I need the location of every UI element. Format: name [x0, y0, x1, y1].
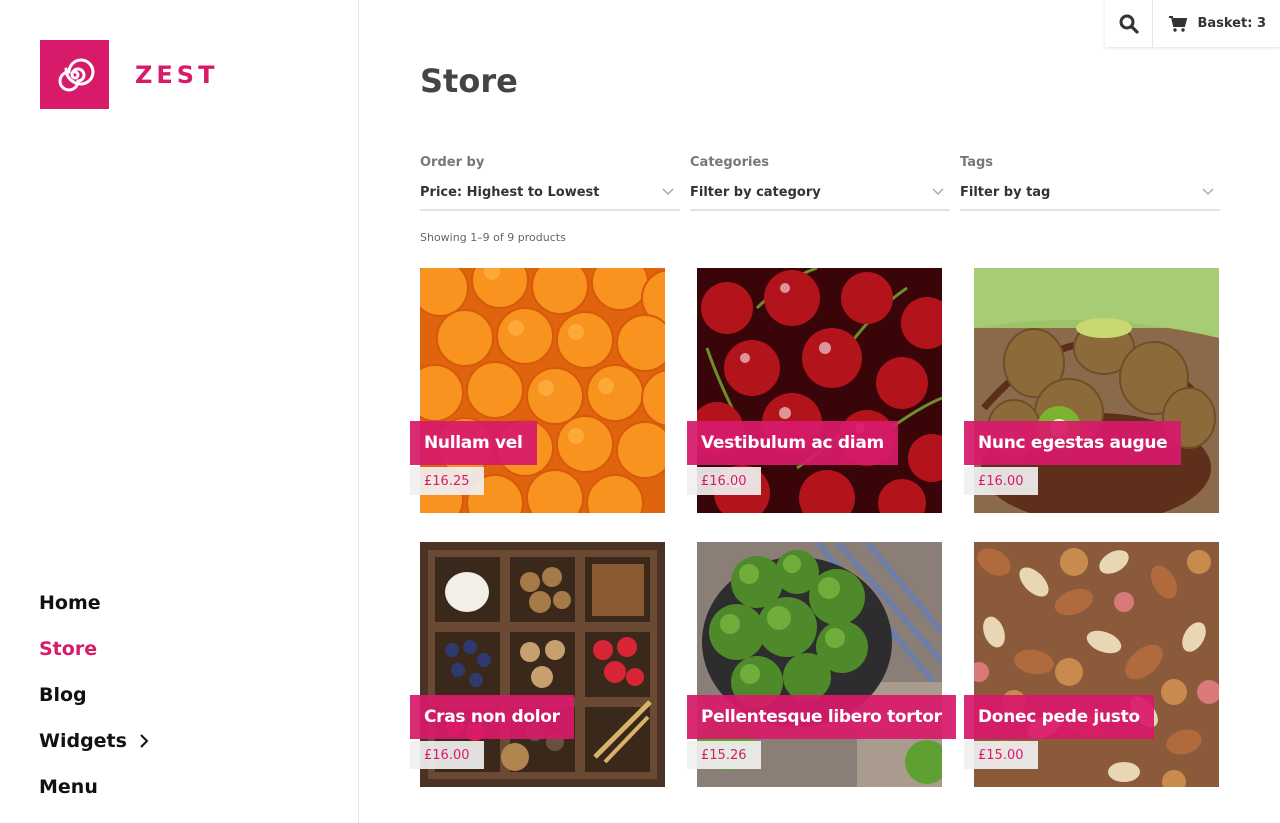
product-name[interactable]: Nullam vel: [410, 421, 537, 465]
basket-label: Basket: 3: [1197, 16, 1266, 31]
filter-label: Categories: [690, 155, 770, 170]
nav-item-label: Menu: [39, 776, 98, 798]
categories-select[interactable]: Filter by category: [690, 181, 950, 211]
brand-name: ZEST: [135, 60, 219, 89]
logo[interactable]: ZEST: [40, 40, 218, 109]
nav-item-menu[interactable]: Menu: [39, 764, 149, 810]
result-count: Showing 1–9 of 9 products: [420, 231, 566, 244]
product-name[interactable]: Pellentesque libero tortor: [687, 695, 956, 739]
select-value: Filter by category: [690, 184, 821, 200]
chevron-down-icon: [932, 188, 944, 196]
nav-item-label: Widgets: [39, 730, 127, 752]
categories-filter: Categories Filter by category: [690, 155, 950, 211]
select-value: Filter by tag: [960, 184, 1051, 200]
product-price: £15.26: [687, 741, 761, 769]
chevron-right-icon: [139, 734, 149, 748]
order-by-filter: Order by Price: Highest to Lowest: [420, 155, 680, 211]
cart-icon: [1169, 15, 1188, 32]
nav-item-label: Store: [39, 638, 98, 660]
nav-item-store[interactable]: Store: [39, 626, 149, 672]
product-name[interactable]: Cras non dolor: [410, 695, 574, 739]
product-price: £16.00: [687, 467, 761, 495]
tags-select[interactable]: Filter by tag: [960, 181, 1220, 211]
filter-label: Tags: [960, 155, 994, 170]
product-name[interactable]: Vestibulum ac diam: [687, 421, 898, 465]
nav-item-home[interactable]: Home: [39, 580, 149, 626]
product-card[interactable]: Cras non dolor £16.00: [410, 542, 665, 787]
select-value: Price: Highest to Lowest: [420, 184, 600, 200]
product-card[interactable]: Nunc egestas augue £16.00: [964, 268, 1219, 513]
tags-filter: Tags Filter by tag: [960, 155, 1220, 211]
filter-label: Order by: [420, 155, 485, 170]
product-card[interactable]: Vestibulum ac diam £16.00: [687, 268, 942, 513]
header-actions: Basket: 3: [1105, 0, 1280, 47]
product-card[interactable]: Donec pede justo £15.00: [964, 542, 1219, 787]
search-icon: [1119, 14, 1139, 34]
product-price: £16.00: [964, 467, 1038, 495]
product-price: £15.00: [964, 741, 1038, 769]
nav-item-label: Home: [39, 592, 101, 614]
order-by-select[interactable]: Price: Highest to Lowest: [420, 181, 680, 211]
chevron-down-icon: [662, 188, 674, 196]
product-name[interactable]: Nunc egestas augue: [964, 421, 1182, 465]
nav-item-blog[interactable]: Blog: [39, 672, 149, 718]
nav-item-widgets[interactable]: Widgets: [39, 718, 149, 764]
sidebar: ZEST Home Store Blog Widgets Menu: [0, 0, 359, 823]
product-card[interactable]: Pellentesque libero tortor £15.26: [687, 542, 956, 787]
page-title: Store: [420, 62, 518, 100]
chevron-down-icon: [1202, 188, 1214, 196]
product-name[interactable]: Donec pede justo: [964, 695, 1154, 739]
main-nav: Home Store Blog Widgets Menu: [39, 580, 149, 810]
search-button[interactable]: [1105, 0, 1154, 47]
product-price: £16.00: [410, 741, 484, 769]
basket-button[interactable]: Basket: 3: [1153, 0, 1280, 47]
nav-item-label: Blog: [39, 684, 87, 706]
product-price: £16.25: [410, 467, 484, 495]
spiral-logo-icon: [40, 40, 109, 109]
product-card[interactable]: Nullam vel £16.25: [410, 268, 665, 513]
